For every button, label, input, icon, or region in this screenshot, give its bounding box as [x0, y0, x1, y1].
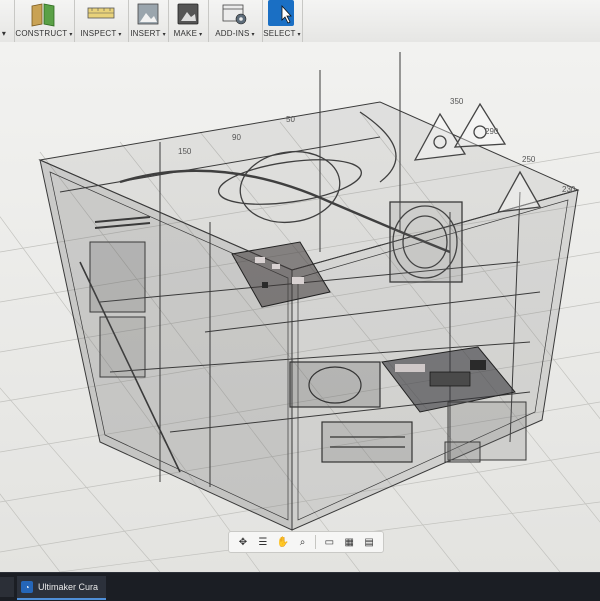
- dim-label-250: 250: [522, 155, 536, 164]
- make-3dprint-icon: [177, 3, 199, 25]
- insert-image-icon: [137, 3, 159, 25]
- dim-label-230: 230: [562, 185, 576, 194]
- construct-label: CONSTRUCT: [15, 29, 68, 38]
- addins-menu[interactable]: ADD-INS ▾: [208, 0, 263, 42]
- addins-caret: ▾: [251, 32, 255, 38]
- dim-label-150: 150: [178, 147, 192, 156]
- make-menu[interactable]: MAKE ▾: [168, 0, 209, 42]
- model-canvas[interactable]: 350 290 250 230 50 150 90: [0, 42, 600, 572]
- navbar-separator: [315, 535, 317, 549]
- dim-label-350: 350: [450, 97, 464, 106]
- taskbar: ◔ Ultimaker Cura: [0, 572, 600, 601]
- grid-settings-icon[interactable]: ▦: [342, 535, 356, 549]
- addins-label: ADD-INS: [215, 29, 250, 38]
- toolbar-clipped-caret: ▾: [1, 29, 7, 38]
- make-caret: ▾: [199, 32, 203, 38]
- taskbar-start-area[interactable]: [0, 577, 14, 597]
- toolbar: ▾ CONSTRUCT ▾ INSPECT ▾ INSERT ▾ MAKE ▾ …: [0, 0, 600, 43]
- inspect-label: INSPECT: [80, 29, 117, 38]
- canvas-viewport[interactable]: 350 290 250 230 50 150 90 ✥ ☰ ✋ ⌕ ▭ ▦ ▤: [0, 42, 600, 572]
- zoom-icon[interactable]: ⌕: [296, 535, 310, 549]
- taskbar-app-label: Ultimaker Cura: [38, 582, 99, 592]
- hand-pan-icon[interactable]: ✋: [276, 535, 290, 549]
- insert-caret: ▾: [162, 32, 166, 38]
- construct-menu[interactable]: CONSTRUCT ▾: [14, 0, 75, 42]
- fan: [389, 201, 463, 283]
- orbit-icon[interactable]: ✥: [236, 535, 250, 549]
- viewports-icon[interactable]: ▤: [362, 535, 376, 549]
- dim-label-90: 90: [232, 133, 241, 142]
- pan-icon[interactable]: ☰: [256, 535, 270, 549]
- navigation-bar: ✥ ☰ ✋ ⌕ ▭ ▦ ▤: [228, 531, 384, 553]
- select-label: SELECT: [263, 29, 296, 38]
- select-menu[interactable]: SELECT ▾: [262, 0, 303, 42]
- dim-label-50: 50: [286, 115, 295, 124]
- select-cursor-icon: [281, 4, 292, 24]
- inspect-caret: ▾: [118, 32, 122, 38]
- taskbar-app-cura[interactable]: ◔ Ultimaker Cura: [17, 576, 107, 600]
- cura-icon: ◔: [21, 581, 33, 593]
- dim-label-290: 290: [485, 127, 499, 136]
- construct-caret: ▾: [69, 32, 73, 38]
- insert-menu[interactable]: INSERT ▾: [128, 0, 169, 42]
- addins-icon: [222, 4, 247, 25]
- insert-label: INSERT: [130, 29, 161, 38]
- make-label: MAKE: [173, 29, 198, 38]
- measure-icon: [87, 7, 115, 19]
- inspect-menu[interactable]: INSPECT ▾: [74, 0, 129, 42]
- display-settings-icon[interactable]: ▭: [322, 535, 336, 549]
- toolbar-group-clipped[interactable]: ▾: [0, 0, 15, 42]
- select-caret: ▾: [297, 32, 301, 38]
- construct-icon: [31, 3, 55, 27]
- bottom-right-door: [444, 401, 527, 463]
